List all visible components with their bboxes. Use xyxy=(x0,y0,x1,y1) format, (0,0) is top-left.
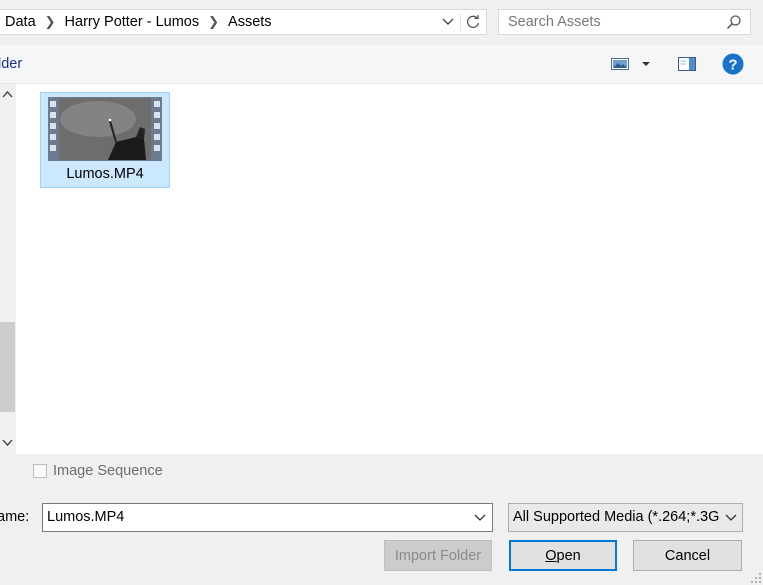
image-sequence-label: Image Sequence xyxy=(53,463,163,479)
address-bar[interactable]: Data ❯ Harry Potter - Lumos ❯ Assets xyxy=(0,9,487,35)
chevron-down-icon xyxy=(474,514,486,521)
new-folder-button[interactable]: lder xyxy=(0,45,22,84)
command-bar: lder ? xyxy=(0,45,763,84)
file-name-label: Lumos.MP4 xyxy=(66,166,144,182)
preview-pane-icon xyxy=(678,57,696,71)
refresh-icon xyxy=(467,15,480,28)
file-name-combobox[interactable]: Lumos.MP4 xyxy=(42,503,493,532)
open-label: pen xyxy=(556,547,581,564)
breadcrumb-item-project[interactable]: Harry Potter - Lumos xyxy=(65,14,200,30)
image-sequence-option[interactable]: Image Sequence xyxy=(33,462,163,480)
chevron-right-icon[interactable]: ❯ xyxy=(208,14,219,30)
search-field[interactable]: Search Assets xyxy=(498,9,751,35)
file-name-label: ame: xyxy=(0,509,30,525)
cancel-label: Cancel xyxy=(664,547,711,564)
search-input[interactable]: Search Assets xyxy=(508,10,601,34)
svg-text:?: ? xyxy=(728,57,737,74)
import-folder-button[interactable]: Import Folder xyxy=(384,540,492,571)
chevron-down-icon xyxy=(442,18,454,25)
help-button[interactable]: ? xyxy=(722,53,744,75)
file-type-dropdown[interactable] xyxy=(721,504,741,531)
scroll-down-icon[interactable] xyxy=(2,439,13,447)
view-icon xyxy=(611,58,629,70)
search-icon[interactable] xyxy=(726,14,742,30)
refresh-button[interactable] xyxy=(461,10,485,34)
file-name-dropdown[interactable] xyxy=(469,504,491,531)
cancel-button[interactable]: Cancel xyxy=(633,540,742,571)
preview-pane-button[interactable] xyxy=(678,56,697,72)
chevron-down-icon xyxy=(725,514,737,521)
address-history-dropdown[interactable] xyxy=(438,10,458,34)
chevron-right-icon[interactable]: ❯ xyxy=(45,14,56,30)
breadcrumb-item-assets[interactable]: Assets xyxy=(228,14,272,30)
view-options-dropdown[interactable] xyxy=(640,57,652,71)
import-folder-label: Import Folder xyxy=(394,547,482,564)
help-icon: ? xyxy=(722,53,744,75)
scroll-up-icon[interactable] xyxy=(2,90,13,98)
image-sequence-checkbox[interactable] xyxy=(33,464,47,478)
breadcrumb: Data ❯ Harry Potter - Lumos ❯ Assets xyxy=(5,10,272,34)
video-thumbnail-icon xyxy=(48,97,162,161)
file-name-input[interactable]: Lumos.MP4 xyxy=(47,504,124,531)
file-item[interactable]: Lumos.MP4 xyxy=(40,92,170,188)
file-type-select[interactable]: All Supported Media (*.264;*.3G xyxy=(508,503,743,532)
file-type-value: All Supported Media (*.264;*.3G xyxy=(513,509,720,525)
resize-grip-icon[interactable] xyxy=(749,571,763,585)
open-accelerator-letter: O xyxy=(545,547,557,564)
caret-down-icon xyxy=(642,62,650,66)
scrollbar-thumb[interactable] xyxy=(0,322,15,412)
change-view-button[interactable] xyxy=(611,56,629,72)
breadcrumb-item-data[interactable]: Data xyxy=(5,14,36,30)
open-button[interactable]: Open xyxy=(509,540,617,571)
